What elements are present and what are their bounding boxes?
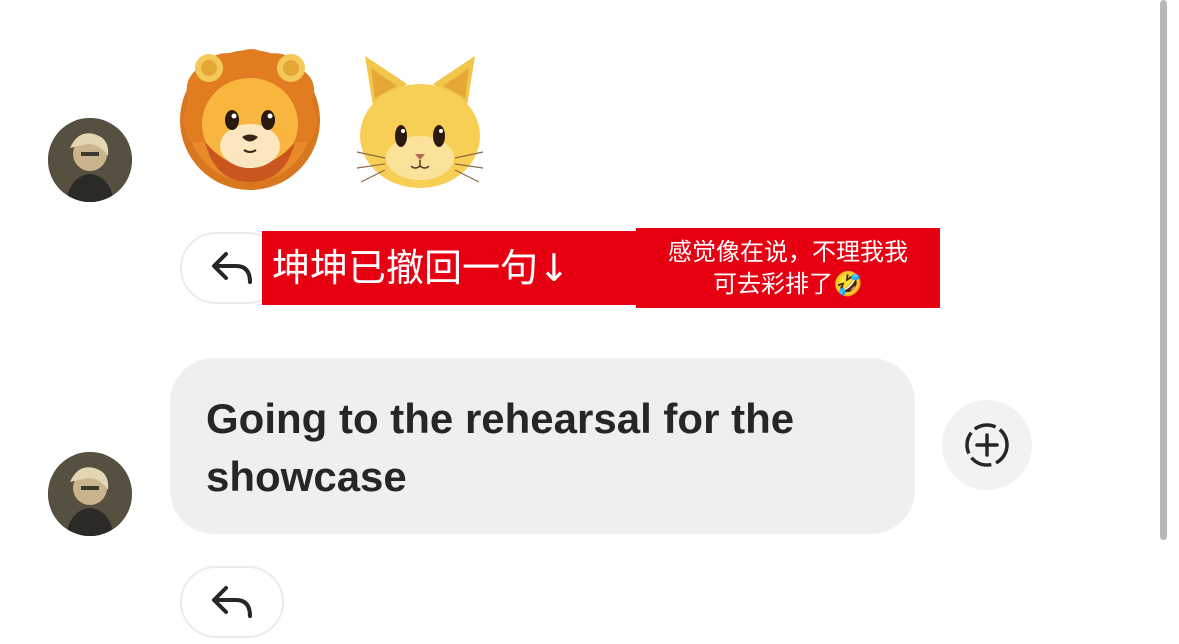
reply-button[interactable] — [180, 566, 284, 638]
add-reaction-icon — [965, 423, 1009, 467]
message-text-line2: showcase — [206, 453, 407, 500]
chat-thread: 坤坤已撤回一句↓ 感觉像在说，不理我我 可去彩排了🤣 Going to the … — [0, 0, 1179, 644]
overlay-note-line2: 可去彩排了🤣 — [713, 270, 863, 298]
overlay-caption: 坤坤已撤回一句↓ — [262, 231, 638, 305]
message-bubble[interactable]: Going to the rehearsal for the showcase — [170, 358, 915, 534]
cat-emoji-icon[interactable] — [345, 46, 495, 196]
sender-avatar[interactable] — [48, 452, 132, 536]
reply-arrow-icon — [212, 586, 252, 618]
add-reaction-button[interactable] — [942, 400, 1032, 490]
lion-emoji-icon[interactable] — [175, 42, 325, 192]
sender-avatar[interactable] — [48, 118, 132, 202]
scrollbar[interactable] — [1160, 0, 1167, 540]
overlay-note-line1: 感觉像在说，不理我我 — [668, 238, 908, 266]
reply-arrow-icon — [212, 252, 252, 284]
message-text-line1: Going to the rehearsal for the — [206, 395, 795, 442]
overlay-note: 感觉像在说，不理我我 可去彩排了🤣 — [636, 228, 940, 308]
